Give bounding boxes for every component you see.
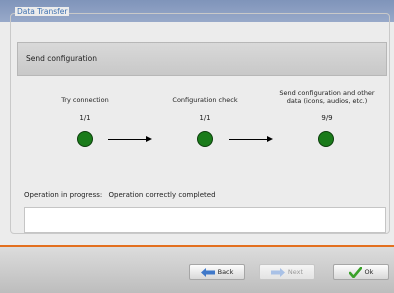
next-button-label: Next	[287, 268, 304, 276]
step-configuration-check-count: 1/1	[199, 114, 211, 122]
next-button[interactable]: Next	[259, 264, 315, 280]
arrow-connector-1	[108, 139, 146, 140]
step-send-configuration-title: Send configuration and other data (icons…	[272, 89, 382, 105]
arrow-head-2-icon	[267, 136, 273, 142]
checkmark-icon	[348, 266, 362, 278]
step-send-configuration-status-icon	[318, 131, 334, 147]
arrow-left-icon	[200, 267, 215, 277]
operation-status: Operation in progress: Operation correct…	[24, 191, 216, 199]
header-panel: Send configuration	[17, 42, 387, 76]
step-configuration-check-title: Configuration check	[172, 96, 238, 104]
back-button-label: Back	[217, 268, 234, 276]
ok-button[interactable]: Ok	[333, 264, 389, 280]
group-title: Data Transfer	[15, 7, 70, 16]
header-title: Send configuration	[26, 54, 98, 63]
arrow-right-icon	[270, 267, 285, 277]
step-try-connection-status-icon	[77, 131, 93, 147]
step-send-configuration-count: 9/9	[321, 114, 333, 122]
ok-button-label: Ok	[364, 268, 374, 276]
step-try-connection-title: Try connection	[61, 96, 109, 104]
operation-status-label: Operation in progress:	[24, 191, 103, 199]
arrow-connector-2	[229, 139, 267, 140]
status-message-box	[24, 207, 386, 233]
arrow-head-1-icon	[146, 136, 152, 142]
step-send-configuration-title-line2: data (icons, audios, etc.)	[286, 97, 368, 105]
step-send-configuration-title-line1: Send configuration and other	[279, 89, 375, 97]
back-button[interactable]: Back	[189, 264, 245, 280]
step-configuration-check-status-icon	[197, 131, 213, 147]
operation-status-value: Operation correctly completed	[108, 191, 216, 199]
step-try-connection-count: 1/1	[79, 114, 91, 122]
